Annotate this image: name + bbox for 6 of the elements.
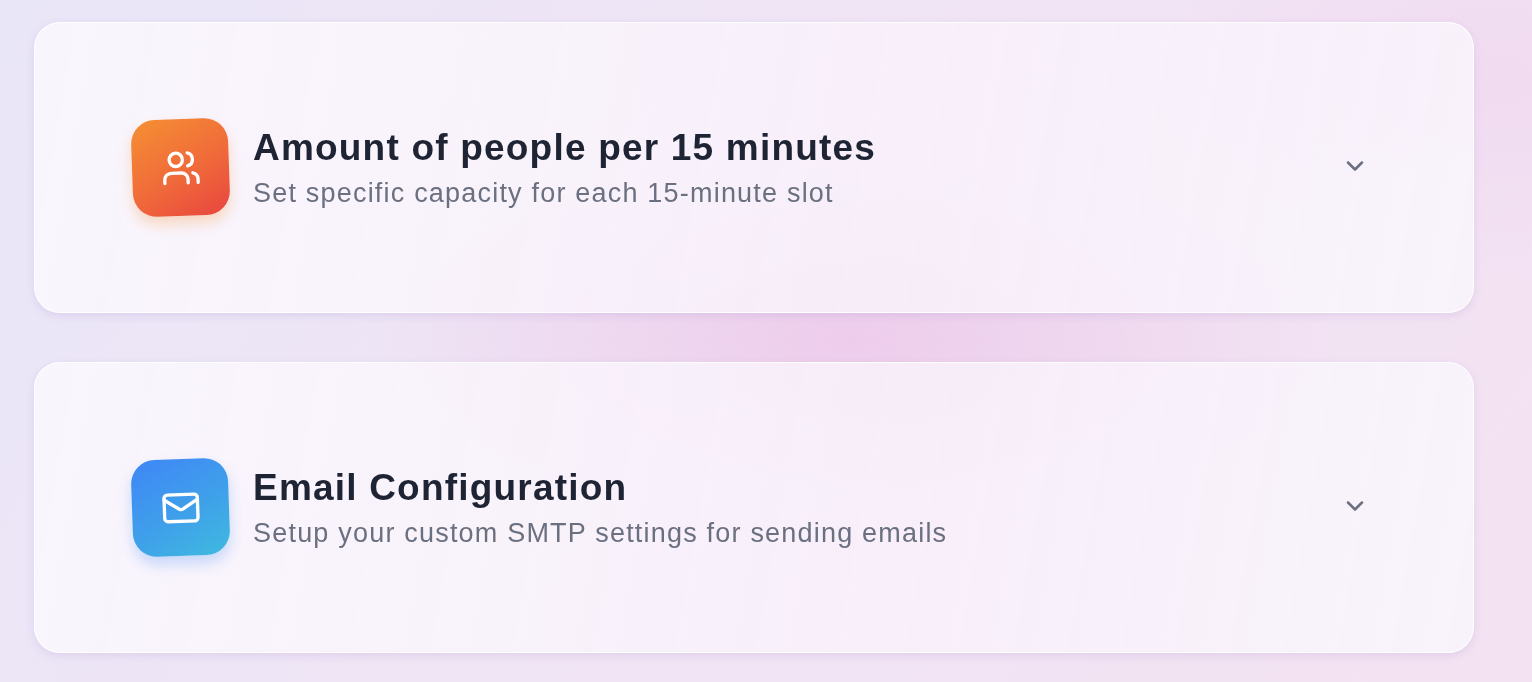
section-title: Email Configuration (253, 465, 629, 510)
mail-icon (130, 457, 231, 558)
section-title: Amount of people per 15 minutes (253, 125, 878, 170)
section-description: Set specific capacity for each 15-minute slot (253, 176, 835, 210)
people-icon (130, 117, 231, 218)
section-description: Setup your custom SMTP settings for sending emails (253, 516, 949, 550)
